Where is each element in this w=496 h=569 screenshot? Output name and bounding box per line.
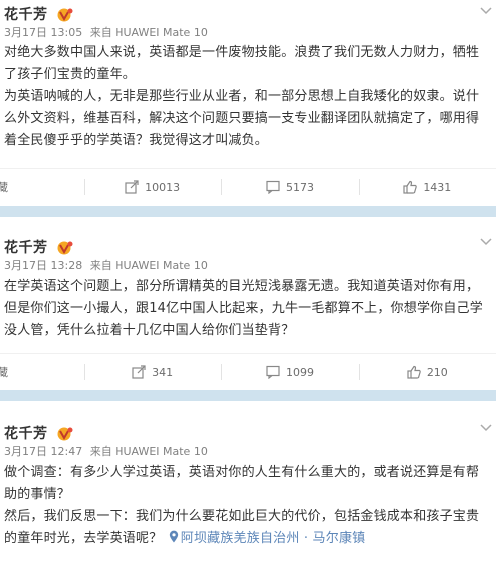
post-meta: 3月17日 13:28 来自 HUAWEI Mate 10	[4, 259, 496, 273]
favorite-label: 收藏	[0, 181, 8, 194]
post-source: 来自 HUAWEI Mate 10	[89, 259, 208, 272]
post-paragraph: 做个调查：有多少人学过英语，英语对你的人生有什么重大的，或者说还算是有帮助的事情…	[4, 465, 480, 502]
post-paragraph: 在学英语这个问题上，部分所谓精英的目光短浅暴露无遗。我知道英语对你有用，但是你们…	[4, 279, 483, 338]
post-separator	[0, 206, 496, 217]
author-name[interactable]: 花千芳	[4, 423, 48, 443]
post-header: 花千芳 3月17日 13:05 来自 HUAWEI Mate 10	[0, 0, 496, 40]
like-count: 210	[426, 365, 448, 379]
repost-count: 10013	[145, 180, 181, 194]
comment-icon	[266, 365, 280, 379]
location-pin-icon	[169, 530, 178, 543]
thumbs-up-icon	[407, 365, 421, 379]
post-meta: 3月17日 13:05 来自 HUAWEI Mate 10	[4, 26, 496, 40]
action-bar: 收藏 10013 5173 1431	[0, 168, 496, 205]
chevron-down-icon[interactable]	[480, 6, 492, 16]
post-card: 花千芳 3月17日 13:28 来自 HUAWEI Mate 10 在学英语这个…	[0, 217, 496, 390]
vip-badge-icon	[56, 426, 73, 440]
post-paragraph: 对绝大多数中国人来说，英语都是一件废物技能。浪费了我们无数人力财力，牺牲了孩子们…	[4, 45, 480, 82]
location-link[interactable]: 阿坝藏族羌族自治州 · 马尔康镇	[167, 530, 366, 546]
chevron-down-icon[interactable]	[480, 237, 492, 247]
repost-icon	[125, 180, 139, 194]
author-name[interactable]: 花千芳	[4, 237, 48, 257]
post-source: 来自 HUAWEI Mate 10	[89, 445, 208, 458]
comment-button[interactable]: 1099	[221, 354, 358, 390]
post-source: 来自 HUAWEI Mate 10	[89, 26, 208, 39]
repost-button[interactable]: 341	[84, 354, 221, 390]
post-meta: 3月17日 12:47 来自 HUAWEI Mate 10	[4, 445, 496, 459]
vip-badge-icon	[56, 7, 73, 21]
repost-button[interactable]: 10013	[84, 169, 221, 205]
comment-count: 1099	[285, 365, 314, 379]
post-text: 做个调查：有多少人学过英语，英语对你的人生有什么重大的，或者说还算是有帮助的事情…	[0, 460, 496, 550]
favorite-button[interactable]: 收藏	[0, 354, 84, 390]
favorite-button[interactable]: 收藏	[0, 169, 84, 205]
post-separator	[0, 390, 496, 401]
post-card: 花千芳 3月17日 13:05 来自 HUAWEI Mate 10 对绝大多数中…	[0, 0, 496, 206]
post-header: 花千芳 3月17日 12:47 来自 HUAWEI Mate 10	[0, 401, 496, 460]
post-time[interactable]: 3月17日 12:47	[4, 445, 82, 458]
post-time[interactable]: 3月17日 13:05	[4, 26, 82, 39]
repost-count: 341	[152, 365, 174, 379]
comment-icon	[266, 180, 280, 194]
repost-icon	[132, 365, 146, 379]
post-paragraph: 然后，我们反思一下：我们为什么要花如此巨大的代价，包括金钱成本和孩子宝贵的童年时…	[4, 506, 490, 550]
comment-button[interactable]: 5173	[221, 169, 358, 205]
like-button[interactable]: 210	[358, 354, 496, 390]
comment-count: 5173	[285, 180, 314, 194]
like-count: 1431	[423, 180, 452, 194]
chevron-down-icon[interactable]	[480, 423, 492, 433]
favorite-label: 收藏	[0, 366, 8, 379]
action-bar: 收藏 341 1099 210	[0, 353, 496, 390]
post-time[interactable]: 3月17日 13:28	[4, 259, 82, 272]
author-name[interactable]: 花千芳	[4, 4, 48, 24]
post-header: 花千芳 3月17日 13:28 来自 HUAWEI Mate 10	[0, 217, 496, 274]
vip-badge-icon	[56, 240, 73, 254]
like-button[interactable]: 1431	[358, 169, 496, 205]
post-paragraph: 为英语呐喊的人，无非是那些行业从业者，和一部分思想上自我矮化的奴隶。说什么外文资…	[4, 89, 480, 148]
post-text: 在学英语这个问题上，部分所谓精英的目光短浅暴露无遗。我知道英语对你有用，但是你们…	[0, 274, 496, 353]
post-text: 对绝大多数中国人来说，英语都是一件废物技能。浪费了我们无数人力财力，牺牲了孩子们…	[0, 40, 496, 168]
post-card: 花千芳 3月17日 12:47 来自 HUAWEI Mate 10 做个调查：有…	[0, 401, 496, 569]
thumbs-up-icon	[403, 180, 418, 194]
weibo-feed: 花千芳 3月17日 13:05 来自 HUAWEI Mate 10 对绝大多数中…	[0, 0, 496, 569]
location-text: 阿坝藏族羌族自治州 · 马尔康镇	[180, 531, 366, 546]
